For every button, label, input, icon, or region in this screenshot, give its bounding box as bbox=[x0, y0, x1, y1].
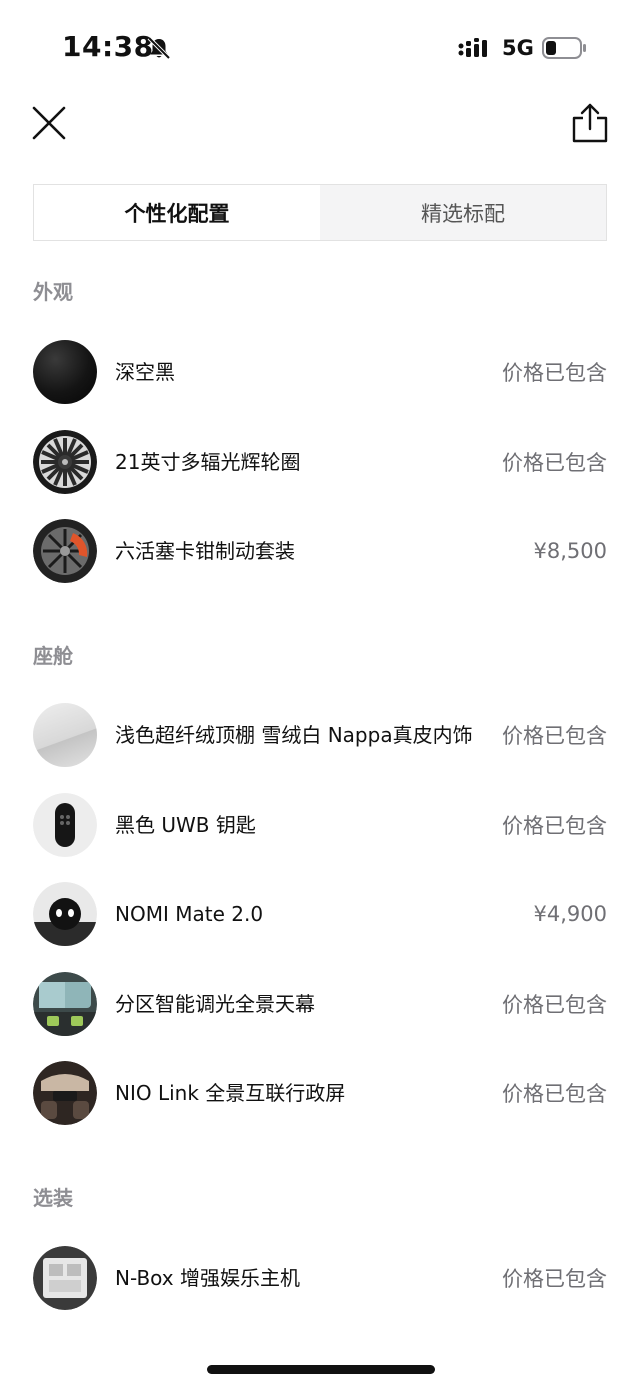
paint-thumbnail bbox=[33, 340, 97, 404]
interior-thumbnail bbox=[33, 703, 97, 767]
section-title-options: 选装 bbox=[33, 1186, 73, 1210]
item-price: 价格已包含 bbox=[502, 993, 607, 1017]
item-price: 价格已包含 bbox=[502, 724, 607, 748]
nomi-thumbnail bbox=[33, 882, 97, 946]
list-item-wheels[interactable]: 21英寸多辐光辉轮圈 价格已包含 bbox=[33, 428, 607, 496]
item-label: NOMI Mate 2.0 bbox=[115, 901, 264, 926]
list-item-uwb-key[interactable]: 黑色 UWB 钥匙 价格已包含 bbox=[33, 791, 607, 859]
nbox-thumbnail bbox=[33, 1246, 97, 1310]
list-item-rear-screen[interactable]: NIO Link 全景互联行政屏 价格已包含 bbox=[33, 1059, 607, 1127]
rear-screen-thumbnail bbox=[33, 1061, 97, 1125]
share-icon[interactable] bbox=[570, 102, 610, 144]
bell-slash-icon bbox=[147, 36, 171, 60]
wheel-thumbnail bbox=[33, 430, 97, 494]
config-tabs: 个性化配置 精选标配 bbox=[33, 184, 607, 241]
list-item-nomi-mate[interactable]: NOMI Mate 2.0 ¥4,900 bbox=[33, 880, 607, 948]
key-thumbnail bbox=[33, 793, 97, 857]
item-price: 价格已包含 bbox=[502, 814, 607, 838]
item-label: 分区智能调光全景天幕 bbox=[115, 991, 315, 1016]
status-bar: 14:38 5G bbox=[0, 0, 640, 90]
item-label: 21英寸多辐光辉轮圈 bbox=[115, 449, 301, 474]
item-label: 六活塞卡钳制动套装 bbox=[115, 538, 295, 563]
item-price: 价格已包含 bbox=[502, 1082, 607, 1106]
tab-standard-config[interactable]: 精选标配 bbox=[320, 185, 606, 240]
list-item-interior[interactable]: 浅色超纤绒顶棚 雪绒白 Nappa真皮内饰 价格已包含 bbox=[33, 701, 607, 769]
status-time: 14:38 bbox=[62, 30, 154, 63]
section-title-cabin: 座舱 bbox=[33, 644, 73, 668]
item-price: 价格已包含 bbox=[502, 451, 607, 475]
item-price: ¥8,500 bbox=[533, 539, 607, 563]
item-label: N-Box 增强娱乐主机 bbox=[115, 1265, 300, 1290]
section-title-exterior: 外观 bbox=[33, 280, 73, 304]
list-item-paint[interactable]: 深空黑 价格已包含 bbox=[33, 338, 607, 406]
network-label: 5G bbox=[502, 36, 534, 60]
tab-personalized-config[interactable]: 个性化配置 bbox=[34, 185, 320, 240]
item-price: ¥4,900 bbox=[533, 902, 607, 926]
list-item-brakes[interactable]: 六活塞卡钳制动套装 ¥8,500 bbox=[33, 517, 607, 585]
item-label: 浅色超纤绒顶棚 雪绒白 Nappa真皮内饰 bbox=[115, 722, 473, 747]
close-icon[interactable] bbox=[30, 104, 68, 142]
item-price: 价格已包含 bbox=[502, 361, 607, 385]
home-indicator[interactable] bbox=[207, 1365, 435, 1374]
list-item-panoramic-roof[interactable]: 分区智能调光全景天幕 价格已包含 bbox=[33, 970, 607, 1038]
item-label: 黑色 UWB 钥匙 bbox=[115, 812, 256, 837]
brake-caliper-thumbnail bbox=[33, 519, 97, 583]
item-price: 价格已包含 bbox=[502, 1267, 607, 1291]
signal-icon bbox=[458, 38, 487, 57]
battery-icon bbox=[542, 37, 586, 59]
roof-thumbnail bbox=[33, 972, 97, 1036]
item-label: NIO Link 全景互联行政屏 bbox=[115, 1080, 346, 1105]
list-item-nbox[interactable]: N-Box 增强娱乐主机 价格已包含 bbox=[33, 1244, 607, 1312]
item-label: 深空黑 bbox=[115, 359, 175, 384]
